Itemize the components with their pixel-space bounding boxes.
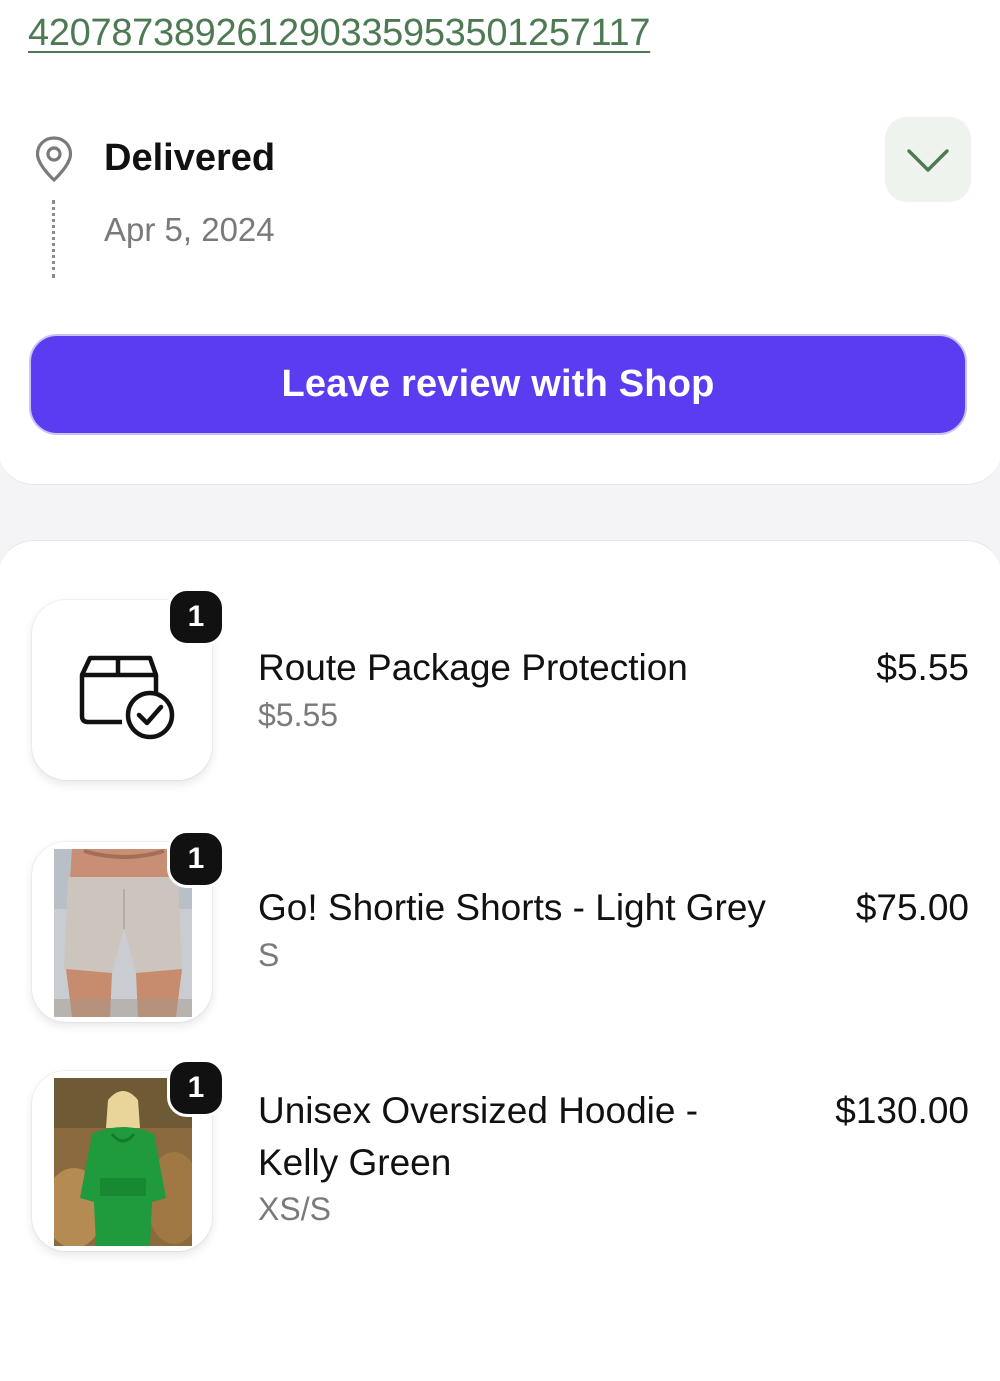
item-variant: S [258,937,280,973]
delivery-date: Apr 5, 2024 [104,211,275,248]
leave-review-button[interactable]: Leave review with Shop [29,334,967,435]
item-name: Unisex Oversized Hoodie - Kelly Green [258,1090,699,1183]
item-price: $130.00 [835,1090,969,1131]
item-name: Route Package Protection [258,647,688,688]
chevron-down-icon [907,148,949,172]
item-price: $5.55 [876,647,969,688]
tracking-number-link[interactable]: 420787389261290335953501257117 [28,12,651,55]
quantity-badge: 1 [167,588,225,646]
quantity-badge: 1 [167,830,225,888]
item-unit-price: $5.55 [258,697,339,733]
expand-timeline-button[interactable] [885,117,971,202]
item-variant: XS/S [258,1191,331,1227]
item-price: $75.00 [855,887,969,928]
timeline-connector [52,200,55,278]
location-pin-icon [35,136,73,183]
quantity-badge: 1 [167,1059,225,1117]
delivery-status: Delivered [104,137,276,179]
item-name: Go! Shortie Shorts - Light Grey [258,887,766,928]
